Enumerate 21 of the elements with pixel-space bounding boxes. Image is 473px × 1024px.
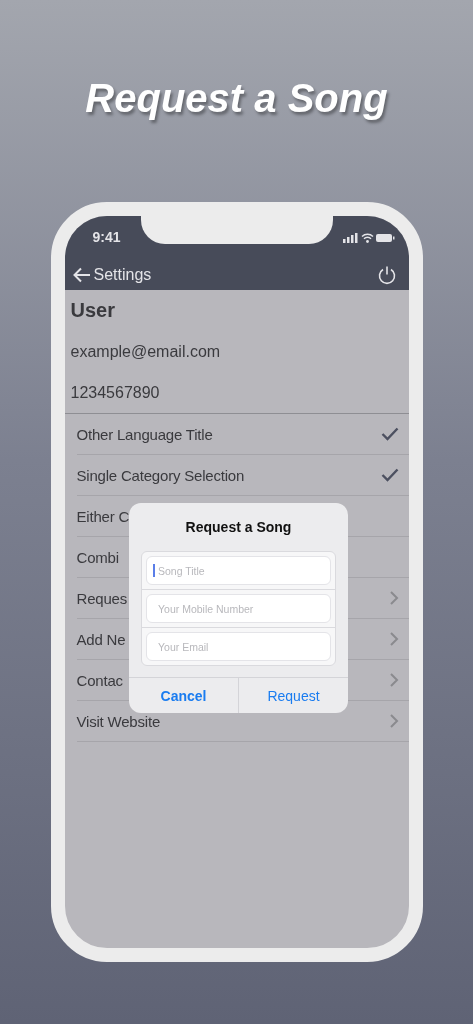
section-title: User	[70, 299, 115, 322]
status-time: 9:41	[92, 229, 121, 245]
headline: Request a Song	[85, 76, 388, 121]
chevron-icon	[388, 713, 399, 729]
input-field[interactable]: Your Mobile Number	[146, 594, 331, 623]
chevron-icon	[388, 631, 399, 647]
back-arrow-icon	[72, 267, 91, 283]
input-field[interactable]: Your Email	[146, 632, 331, 661]
request-button[interactable]: Request	[238, 678, 348, 713]
power-icon	[376, 265, 397, 285]
power-button[interactable]	[376, 265, 397, 285]
chevron-icon	[388, 590, 399, 606]
user-phone: 1234567890	[70, 383, 160, 402]
settings-row[interactable]: Other Language Title	[76, 414, 409, 455]
chevron-icon	[388, 672, 399, 688]
back-button[interactable]: Settings	[72, 266, 152, 284]
settings-row[interactable]: Single Category Selection	[76, 455, 409, 496]
user-email: example@email.com	[70, 342, 221, 361]
dialog-title: Request a Song	[184, 518, 293, 537]
input-field[interactable]: Song Title	[146, 556, 331, 585]
status-icons	[342, 232, 395, 244]
